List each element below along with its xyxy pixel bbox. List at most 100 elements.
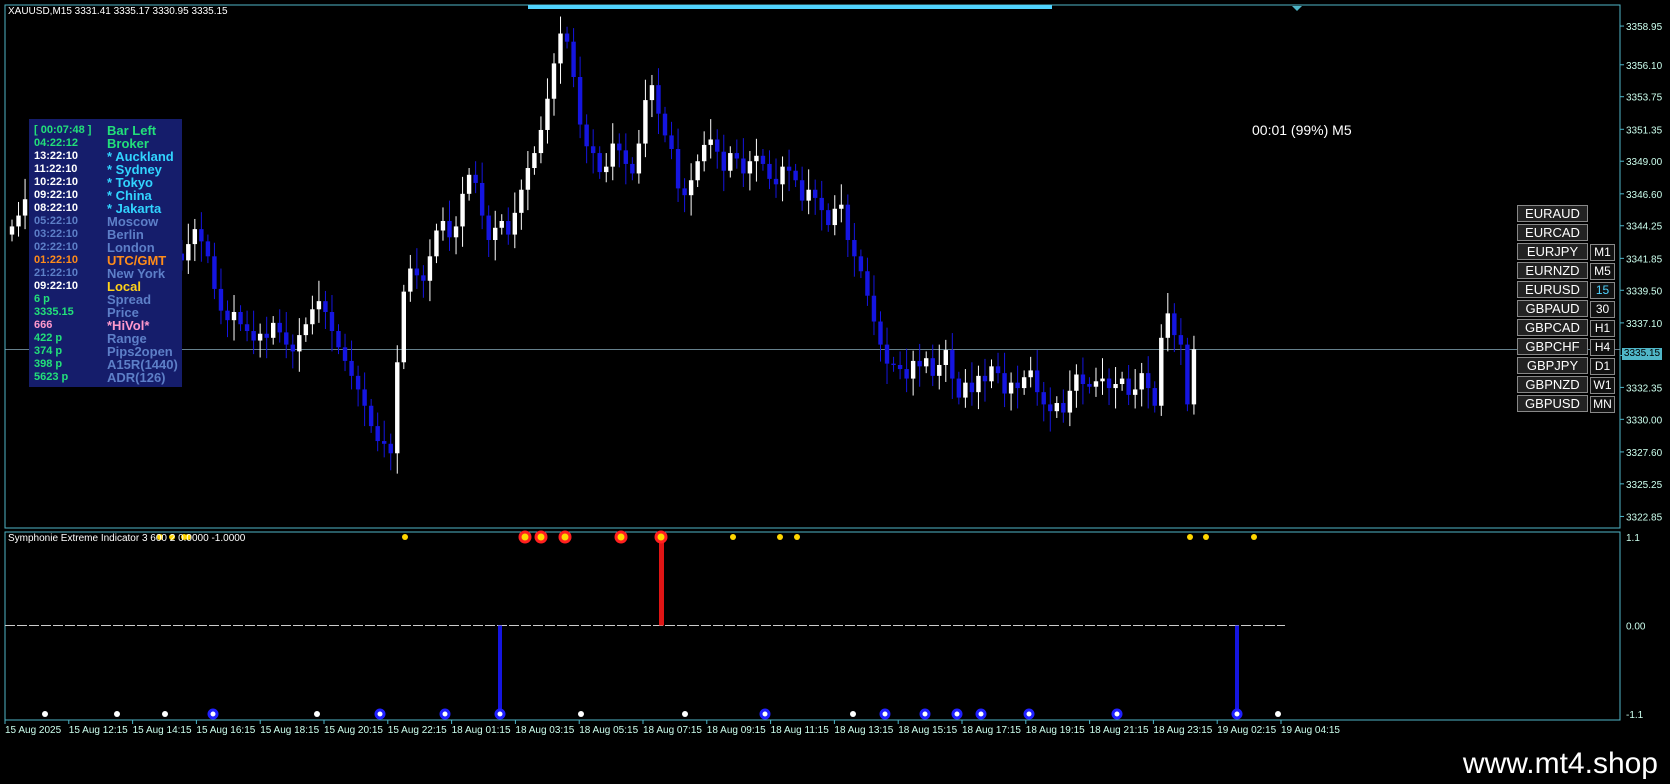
candle-body — [316, 301, 322, 310]
candle-body — [199, 229, 204, 242]
timeframe-button-m1[interactable]: M1 — [1590, 244, 1615, 261]
candle-body — [1172, 313, 1177, 336]
symbol-button-euraud[interactable]: EURAUD — [1517, 205, 1588, 222]
candle-body — [675, 148, 681, 189]
clock-row: 09:22:10 Local — [29, 280, 182, 293]
clock-time: 09:22:10 — [34, 280, 79, 292]
indicator-dot-blue — [1231, 708, 1243, 720]
clock-time: 374 p — [34, 345, 63, 357]
candle-body — [891, 363, 896, 365]
candle-body — [421, 275, 426, 281]
symbol-button-eurcad[interactable]: EURCAD — [1517, 224, 1588, 241]
candle-body — [382, 441, 387, 444]
indicator-dot-blue — [879, 708, 891, 720]
timeframe-button-m5[interactable]: M5 — [1590, 263, 1615, 280]
price-axis-label: 3349.00 — [1626, 157, 1663, 168]
candle-body — [617, 143, 622, 151]
time-axis-label: 15 Aug 14:15 — [133, 725, 192, 736]
candle-body — [845, 204, 851, 241]
timeframe-button-d1[interactable]: D1 — [1590, 358, 1615, 375]
symbol-button-gbpcad[interactable]: GBPCAD — [1517, 319, 1588, 336]
candle-body — [708, 139, 713, 145]
candle-body — [460, 193, 465, 227]
time-axis-label: 15 Aug 16:15 — [196, 725, 255, 736]
clock-row: 03:22:10 Berlin — [29, 228, 182, 241]
candle-body — [597, 153, 602, 173]
candle-body — [656, 85, 661, 114]
candle-body — [976, 375, 981, 393]
candle-body — [812, 189, 818, 198]
symbol-button-eurjpy[interactable]: EURJPY — [1517, 243, 1588, 260]
symbol-button-eurusd[interactable]: EURUSD — [1517, 281, 1588, 298]
symbol-button-gbpaud[interactable]: GBPAUD — [1517, 300, 1588, 317]
candle-body — [271, 322, 276, 338]
indicator-dot-blue — [975, 708, 987, 720]
candle-body — [264, 333, 269, 338]
candle-body — [878, 321, 883, 345]
symbol-button-gbpnzd[interactable]: GBPNZD — [1517, 376, 1588, 393]
candle-body — [1139, 373, 1144, 390]
indicator-axis-label: 0.00 — [1626, 622, 1646, 633]
bar-timer: 00:01 (99%) M5 — [1252, 122, 1352, 138]
candle-body — [1093, 381, 1099, 387]
candle-body — [349, 360, 354, 376]
clock-time: 3335.15 — [34, 306, 74, 318]
candle-body — [1061, 403, 1066, 413]
indicator-dot-white — [682, 711, 688, 717]
candle-body — [577, 76, 583, 125]
candle-body — [212, 256, 217, 289]
symbol-button-gbpjpy[interactable]: GBPJPY — [1517, 357, 1588, 374]
candle-body — [630, 163, 635, 174]
timeframe-button-mn[interactable]: MN — [1590, 396, 1615, 413]
time-axis-label: 15 Aug 2025 — [5, 725, 62, 736]
clock-row: 21:22:10 New York — [29, 267, 182, 280]
symbol-button-gbpusd[interactable]: GBPUSD — [1517, 395, 1588, 412]
candle-body — [525, 168, 531, 190]
symbol-button-eurnzd[interactable]: EURNZD — [1517, 262, 1588, 279]
chart-canvas[interactable]: 3358.95 3356.10 3353.75 3351.35 3349.00 3346.… — [0, 0, 1670, 741]
candle-body — [937, 364, 942, 376]
current-price-tag: 3335.15 — [1622, 348, 1662, 360]
candle-body — [342, 347, 348, 361]
time-axis-label: 18 Aug 01:15 — [452, 725, 511, 736]
clock-time: 04:22:12 — [34, 137, 79, 149]
clock-row: 666 *HiVol* — [29, 319, 182, 332]
clock-time: 05:22:10 — [34, 215, 79, 227]
candle-body — [688, 180, 694, 196]
candle-body — [799, 180, 805, 201]
timeframe-button-w1[interactable]: W1 — [1590, 377, 1615, 394]
price-axis-label: 3337.10 — [1626, 319, 1663, 330]
timeframe-button-30[interactable]: 30 — [1590, 301, 1615, 318]
symbol-button-gbpchf[interactable]: GBPCHF — [1517, 338, 1588, 355]
price-axis-label: 3353.75 — [1626, 93, 1663, 104]
candle-body — [545, 98, 550, 130]
candle-body — [506, 220, 511, 235]
candle-body — [1146, 373, 1151, 389]
candle-body — [1002, 373, 1007, 394]
candle-body — [969, 382, 975, 393]
candle-body — [1028, 370, 1033, 378]
candle-body — [1119, 378, 1125, 385]
candle-body — [760, 155, 766, 164]
time-axis-label: 18 Aug 21:15 — [1090, 725, 1149, 736]
price-axis-label: 3325.25 — [1626, 480, 1663, 491]
world-clock-panel: [ 00:07:48 ] Bar Left 04:22:12 Broker 13:22:… — [29, 119, 182, 387]
candle-body — [218, 288, 224, 311]
candle-body — [466, 174, 472, 194]
timeframe-button-h1[interactable]: H1 — [1590, 320, 1615, 337]
timeframe-button-15[interactable]: 15 — [1590, 282, 1615, 299]
clock-time: 6 p — [34, 293, 50, 305]
candle-body — [1048, 404, 1053, 412]
candle-body — [186, 244, 191, 261]
candle-body — [1191, 349, 1197, 405]
candle-body — [1021, 377, 1027, 389]
timeframe-button-h4[interactable]: H4 — [1590, 339, 1615, 356]
candle-body — [303, 324, 309, 336]
candle-body — [852, 240, 857, 257]
candle-body — [551, 63, 557, 99]
indicator-dot-white — [114, 711, 120, 717]
candle-body — [793, 170, 798, 181]
clock-time: [ 00:07:48 ] — [34, 124, 92, 136]
indicator-dot-red — [558, 530, 572, 544]
indicator-axis-label: -1.1 — [1626, 710, 1644, 721]
